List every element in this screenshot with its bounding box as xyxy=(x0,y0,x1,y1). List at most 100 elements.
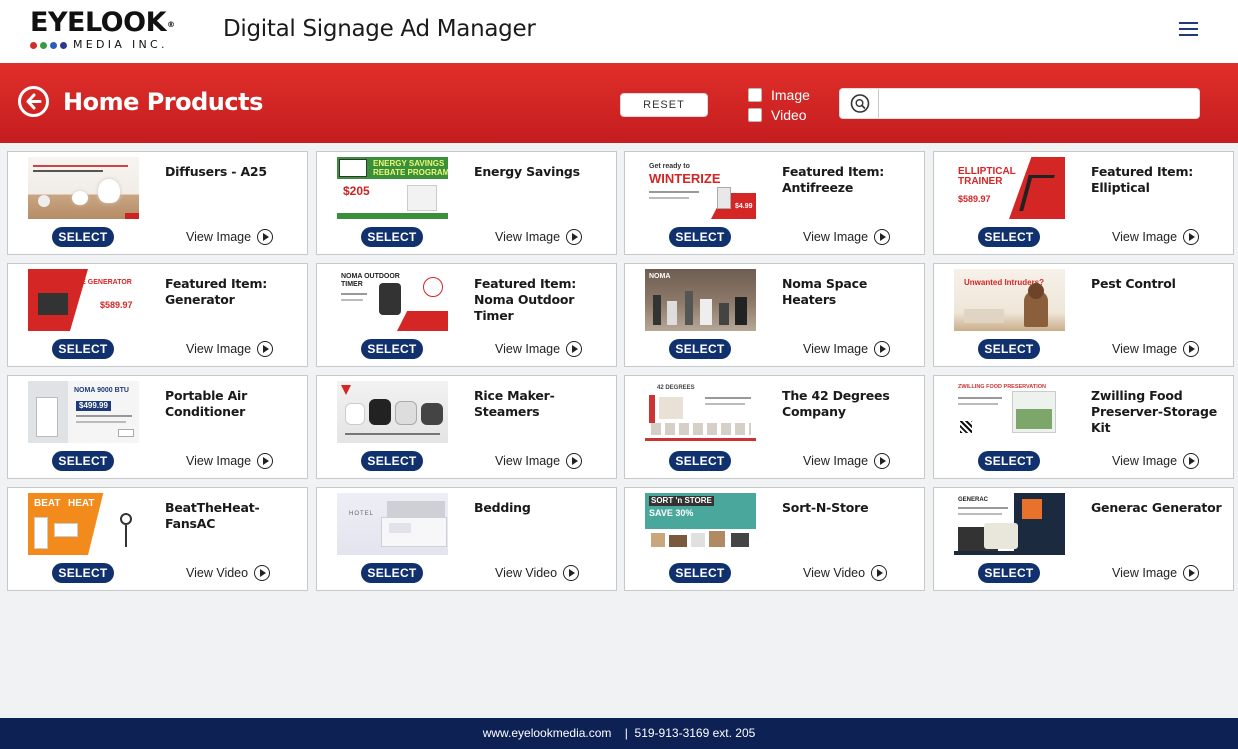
select-button[interactable]: SELECT xyxy=(669,451,731,471)
play-circle-icon[interactable] xyxy=(566,453,583,469)
reset-button[interactable]: RESET xyxy=(620,93,708,117)
product-card[interactable]: ENERGY SAVINGS REBATE PROGRAM $205 Energ… xyxy=(316,151,617,255)
play-circle-icon[interactable] xyxy=(566,229,583,245)
footer: www.eyelookmedia.com | 519-913-3169 ext.… xyxy=(0,718,1238,749)
view-image-link[interactable]: View Image xyxy=(186,229,274,245)
product-card[interactable]: ELLIPTICAL TRAINER $589.97 Featured Item… xyxy=(933,151,1234,255)
play-circle-icon[interactable] xyxy=(257,453,274,469)
thumb-text: $589.97 xyxy=(100,300,133,310)
product-thumbnail[interactable] xyxy=(337,381,448,443)
product-thumbnail[interactable]: 42 DEGREES xyxy=(645,381,756,443)
view-image-link[interactable]: View Image xyxy=(1112,341,1200,357)
product-thumbnail[interactable]: Unwanted Intruders? xyxy=(954,269,1065,331)
view-image-link[interactable]: View Image xyxy=(803,229,891,245)
checkbox-box[interactable] xyxy=(748,108,762,122)
play-circle-icon[interactable] xyxy=(1183,453,1200,469)
view-video-link[interactable]: View Video xyxy=(495,565,580,581)
play-circle-icon[interactable] xyxy=(1183,565,1200,581)
product-card[interactable]: NOMA 9000 BTU $499.99 Portable Air Condi… xyxy=(7,375,308,479)
product-thumbnail[interactable]: GENERAC xyxy=(954,493,1065,555)
filter-video-checkbox[interactable]: Video xyxy=(748,107,807,123)
thumb-text: $499.99 xyxy=(76,401,111,411)
product-card[interactable]: HOTEL Bedding SELECT View Video xyxy=(316,487,617,591)
back-arrow-icon[interactable] xyxy=(18,86,49,117)
play-circle-icon[interactable] xyxy=(566,341,583,357)
view-video-link[interactable]: View Video xyxy=(186,565,271,581)
select-button[interactable]: SELECT xyxy=(669,339,731,359)
play-circle-icon[interactable] xyxy=(874,453,891,469)
select-button[interactable]: SELECT xyxy=(978,563,1040,583)
product-card[interactable]: Get ready to WINTERIZE $4.99 Featured It… xyxy=(624,151,925,255)
view-image-link[interactable]: View Image xyxy=(495,341,583,357)
product-thumbnail[interactable]: HOTEL xyxy=(337,493,448,555)
product-card[interactable]: NOMA OUTDOOR TIMER Featured Item: Noma O… xyxy=(316,263,617,367)
view-image-link[interactable]: View Image xyxy=(495,229,583,245)
product-thumbnail[interactable]: SORT 'n STORE SAVE 30% xyxy=(645,493,756,555)
select-button[interactable]: SELECT xyxy=(978,339,1040,359)
product-card[interactable]: BEAT HEAT BeatTheHeat-FansAC SELECT View… xyxy=(7,487,308,591)
product-card[interactable]: Unwanted Intruders? Pest Control SELECT … xyxy=(933,263,1234,367)
select-button[interactable]: SELECT xyxy=(361,339,423,359)
view-image-link[interactable]: View Image xyxy=(186,453,274,469)
view-image-link[interactable]: View Image xyxy=(1112,565,1200,581)
view-image-link[interactable]: View Image xyxy=(1112,453,1200,469)
select-button[interactable]: SELECT xyxy=(978,451,1040,471)
product-card[interactable]: GENERAC Generac Generator SELECT View Im… xyxy=(933,487,1234,591)
product-thumbnail[interactable]: ZWILLING FOOD PRESERVATION xyxy=(954,381,1065,443)
select-button[interactable]: SELECT xyxy=(52,563,114,583)
thumb-text: TIMER xyxy=(341,281,363,288)
play-circle-icon[interactable] xyxy=(1183,341,1200,357)
product-thumbnail[interactable]: NOMA OUTDOOR TIMER xyxy=(337,269,448,331)
hamburger-menu-icon[interactable] xyxy=(1179,22,1199,40)
play-circle-icon[interactable] xyxy=(871,565,888,581)
select-button[interactable]: SELECT xyxy=(52,339,114,359)
select-button[interactable]: SELECT xyxy=(361,563,423,583)
select-button[interactable]: SELECT xyxy=(52,227,114,247)
view-video-link[interactable]: View Video xyxy=(803,565,888,581)
select-button[interactable]: SELECT xyxy=(361,451,423,471)
select-button[interactable]: SELECT xyxy=(52,451,114,471)
product-card[interactable]: ZWILLING FOOD PRESERVATION Zwilling Food… xyxy=(933,375,1234,479)
product-card[interactable]: ELITE GENERATOR $589.97 Featured Item: G… xyxy=(7,263,308,367)
play-circle-icon[interactable] xyxy=(874,229,891,245)
view-image-link[interactable]: View Image xyxy=(495,453,583,469)
filter-image-checkbox[interactable]: Image xyxy=(748,87,810,103)
product-title: Pest Control xyxy=(1091,276,1176,291)
select-button[interactable]: SELECT xyxy=(361,227,423,247)
product-card[interactable]: SORT 'n STORE SAVE 30% Sort-N-Store SELE… xyxy=(624,487,925,591)
product-card[interactable]: NOMA Noma Space Heaters SELECT View Imag… xyxy=(624,263,925,367)
product-card[interactable]: Diffusers - A25 SELECT View Image xyxy=(7,151,308,255)
select-button[interactable]: SELECT xyxy=(669,563,731,583)
product-thumbnail[interactable]: BEAT HEAT xyxy=(28,493,139,555)
product-thumbnail[interactable]: ENERGY SAVINGS REBATE PROGRAM $205 xyxy=(337,157,448,219)
view-image-link[interactable]: View Image xyxy=(1112,229,1200,245)
play-circle-icon[interactable] xyxy=(254,565,271,581)
search-input[interactable] xyxy=(880,89,1198,118)
thumb-text: 42 DEGREES xyxy=(657,385,695,391)
thumb-text: ELITE GENERATOR xyxy=(66,279,132,286)
select-button[interactable]: SELECT xyxy=(669,227,731,247)
checkbox-box[interactable] xyxy=(748,88,762,102)
play-circle-icon[interactable] xyxy=(257,229,274,245)
product-card[interactable]: 42 DEGREES The 42 Degrees Company SELECT… xyxy=(624,375,925,479)
product-thumbnail[interactable]: NOMA xyxy=(645,269,756,331)
product-thumbnail[interactable] xyxy=(28,157,139,219)
play-circle-icon[interactable] xyxy=(257,341,274,357)
eyelook-logo[interactable]: EYELOOK® MEDIA INC. xyxy=(30,9,180,53)
product-thumbnail[interactable]: ELITE GENERATOR $589.97 xyxy=(28,269,139,331)
view-image-link[interactable]: View Image xyxy=(186,341,274,357)
view-image-link[interactable]: View Image xyxy=(803,341,891,357)
product-thumbnail[interactable]: NOMA 9000 BTU $499.99 xyxy=(28,381,139,443)
product-thumbnail[interactable]: Get ready to WINTERIZE $4.99 xyxy=(645,157,756,219)
logo-dot-red xyxy=(30,41,37,49)
play-circle-icon[interactable] xyxy=(1183,229,1200,245)
search-box[interactable] xyxy=(839,88,1200,119)
select-button[interactable]: SELECT xyxy=(978,227,1040,247)
product-thumbnail[interactable]: ELLIPTICAL TRAINER $589.97 xyxy=(954,157,1065,219)
search-icon[interactable] xyxy=(840,89,879,118)
play-circle-icon[interactable] xyxy=(563,565,580,581)
thumb-text: ENERGY SAVINGS xyxy=(373,159,445,168)
view-image-link[interactable]: View Image xyxy=(803,453,891,469)
play-circle-icon[interactable] xyxy=(874,341,891,357)
product-card[interactable]: Rice Maker-Steamers SELECT View Image xyxy=(316,375,617,479)
